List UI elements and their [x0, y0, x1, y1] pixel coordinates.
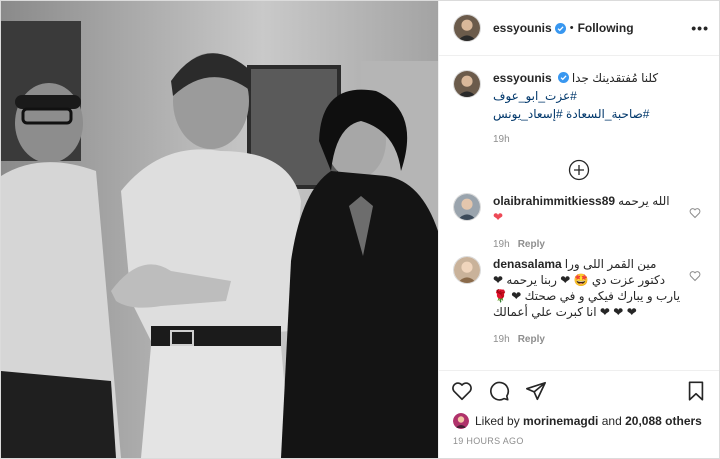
comment: denasalama مين القمر اللى ورا دكتور عزت … — [453, 256, 705, 345]
comments-area[interactable]: essyounis كلنا مُفتقدينك جدا #عزت_ابو_عو… — [439, 56, 719, 370]
comment-bubble-icon[interactable] — [488, 380, 510, 402]
author-username[interactable]: essyounis — [493, 21, 552, 35]
likes-summary: Liked by morinemagdi and 20,088 others — [439, 410, 719, 432]
paper-plane-icon[interactable] — [525, 380, 547, 402]
caption-hashtags: #عزت_ابو_عوف — [493, 88, 705, 104]
likes-conjunction: and — [601, 414, 622, 428]
bookmark-icon[interactable] — [685, 380, 707, 402]
caption-time: 19h — [493, 134, 510, 145]
post-header: essyounis • Following ••• — [439, 1, 719, 56]
liker-username[interactable]: morinemagdi — [523, 414, 598, 428]
post-photo[interactable] — [1, 1, 438, 458]
verified-badge-icon — [557, 72, 569, 83]
commenter-avatar[interactable] — [453, 256, 481, 284]
comment-text: الله يرحمه — [618, 194, 670, 208]
hashtag[interactable]: #صاحبة_السعادة — [566, 107, 649, 121]
heart-outline-icon[interactable] — [451, 380, 473, 402]
more-options-icon[interactable]: ••• — [691, 21, 709, 35]
caption: essyounis كلنا مُفتقدينك جدا #عزت_ابو_عو… — [453, 70, 705, 145]
likes-prefix: Liked by — [475, 414, 520, 428]
post-timestamp[interactable]: 19 HOURS AGO — [439, 432, 719, 458]
commenter-username[interactable]: denasalama — [493, 257, 562, 271]
comment-emoji: ❤ — [493, 210, 504, 224]
header-separator: • — [569, 22, 574, 34]
comment: olaibrahimmitkiess89 الله يرحمه ❤ 19h Re… — [453, 193, 705, 250]
comment-time: 19h — [493, 334, 510, 345]
comments-clip — [439, 358, 719, 370]
action-bar — [439, 370, 719, 410]
reply-button[interactable]: Reply — [518, 239, 545, 250]
hashtag[interactable]: #عزت_ابو_عوف — [493, 89, 577, 103]
likes-count[interactable]: 20,088 others — [625, 414, 702, 428]
instagram-post: essyounis • Following ••• essyounis كلنا… — [0, 0, 720, 459]
vintage-group-photo — [1, 1, 438, 458]
caption-avatar[interactable] — [453, 70, 481, 98]
caption-username[interactable]: essyounis — [493, 71, 552, 85]
caption-text: كلنا مُفتقدينك جدا — [571, 71, 659, 85]
following-button[interactable]: Following — [578, 21, 634, 35]
author-avatar[interactable] — [453, 14, 481, 42]
like-comment-icon[interactable] — [689, 270, 701, 282]
comment-time: 19h — [493, 239, 510, 250]
commenter-avatar[interactable] — [453, 193, 481, 221]
post-sidebar: essyounis • Following ••• essyounis كلنا… — [438, 1, 719, 458]
caption-hashtags-line: #صاحبة_السعادة #إسعاد_يونس — [493, 106, 705, 122]
reply-button[interactable]: Reply — [518, 334, 545, 345]
hashtag[interactable]: #إسعاد_يونس — [493, 107, 563, 121]
liker-avatar[interactable] — [453, 413, 469, 429]
verified-badge-icon — [554, 22, 566, 34]
commenter-username[interactable]: olaibrahimmitkiess89 — [493, 194, 615, 208]
like-comment-icon[interactable] — [689, 207, 701, 219]
plus-circle-icon[interactable] — [568, 159, 590, 181]
